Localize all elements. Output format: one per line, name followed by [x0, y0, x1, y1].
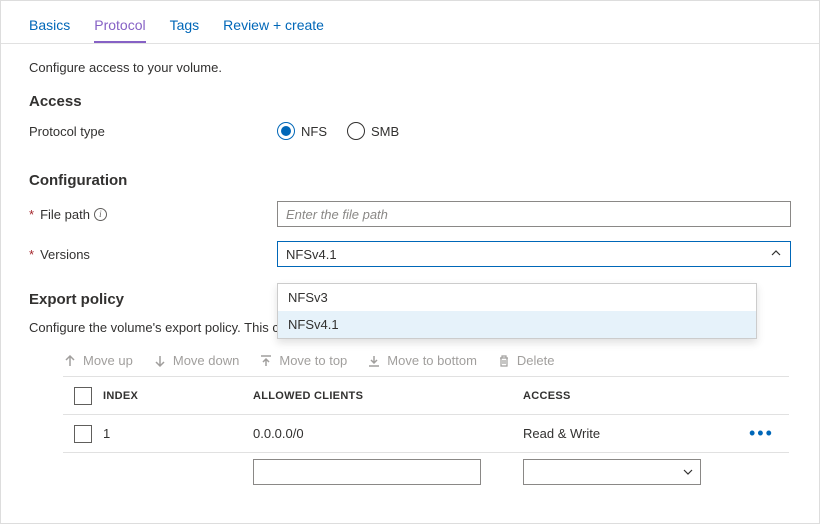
allowed-clients-filter-input[interactable]: [253, 459, 481, 485]
radio-icon: [277, 122, 295, 140]
table-row[interactable]: 1 0.0.0.0/0 Read & Write •••: [63, 415, 789, 453]
tab-review-create[interactable]: Review + create: [223, 13, 324, 43]
arrow-top-icon: [259, 354, 273, 368]
radio-smb[interactable]: SMB: [347, 122, 399, 140]
required-marker: *: [29, 207, 34, 222]
radio-nfs-label: NFS: [301, 124, 327, 139]
select-all-checkbox[interactable]: [74, 387, 92, 405]
arrow-up-icon: [63, 354, 77, 368]
filepath-label: File path: [40, 207, 90, 222]
export-policy-table: Index Allowed Clients Access 1 0.0.0.0/0…: [63, 376, 789, 453]
filter-row: [63, 459, 791, 485]
row-allowed-clients: 0.0.0.0/0: [253, 426, 523, 441]
tab-tags[interactable]: Tags: [170, 13, 200, 43]
trash-icon: [497, 354, 511, 368]
row-checkbox[interactable]: [74, 425, 92, 443]
radio-nfs[interactable]: NFS: [277, 122, 327, 140]
protocol-radio-group: NFS SMB: [277, 122, 791, 140]
versions-selected: NFSv4.1: [286, 247, 337, 262]
radio-icon: [347, 122, 365, 140]
move-down-button[interactable]: Move down: [153, 353, 239, 368]
radio-smb-label: SMB: [371, 124, 399, 139]
filepath-input[interactable]: [277, 201, 791, 227]
configuration-heading: Configuration: [29, 172, 791, 189]
tab-basics[interactable]: Basics: [29, 13, 70, 43]
row-more-button[interactable]: •••: [749, 423, 789, 444]
intro-text: Configure access to your volume.: [29, 60, 791, 75]
export-toolbar: Move up Move down Move to top Move to bo…: [29, 353, 791, 376]
move-up-button[interactable]: Move up: [63, 353, 133, 368]
col-index[interactable]: Index: [103, 390, 253, 402]
required-marker: *: [29, 247, 34, 262]
col-access[interactable]: Access: [523, 390, 749, 402]
chevron-down-icon: [682, 466, 694, 478]
info-icon[interactable]: i: [94, 208, 107, 221]
row-index: 1: [103, 426, 253, 441]
move-to-top-button[interactable]: Move to top: [259, 353, 347, 368]
move-to-bottom-button[interactable]: Move to bottom: [367, 353, 477, 368]
version-option-nfsv3[interactable]: NFSv3: [278, 284, 756, 311]
arrow-down-icon: [153, 354, 167, 368]
protocol-type-label: Protocol type: [29, 124, 105, 139]
chevron-up-icon: [770, 247, 782, 262]
versions-label: Versions: [40, 247, 90, 262]
versions-dropdown[interactable]: NFSv4.1: [277, 241, 791, 267]
access-filter-dropdown[interactable]: [523, 459, 701, 485]
row-access: Read & Write: [523, 426, 749, 441]
table-header: Index Allowed Clients Access: [63, 377, 789, 415]
col-allowed-clients[interactable]: Allowed Clients: [253, 390, 523, 402]
arrow-bottom-icon: [367, 354, 381, 368]
tab-bar: Basics Protocol Tags Review + create: [1, 1, 819, 44]
access-heading: Access: [29, 93, 791, 110]
version-option-nfsv41[interactable]: NFSv4.1: [278, 311, 756, 338]
versions-dropdown-popup: NFSv3 NFSv4.1: [277, 283, 757, 339]
delete-button[interactable]: Delete: [497, 353, 555, 368]
tab-protocol[interactable]: Protocol: [94, 13, 145, 43]
